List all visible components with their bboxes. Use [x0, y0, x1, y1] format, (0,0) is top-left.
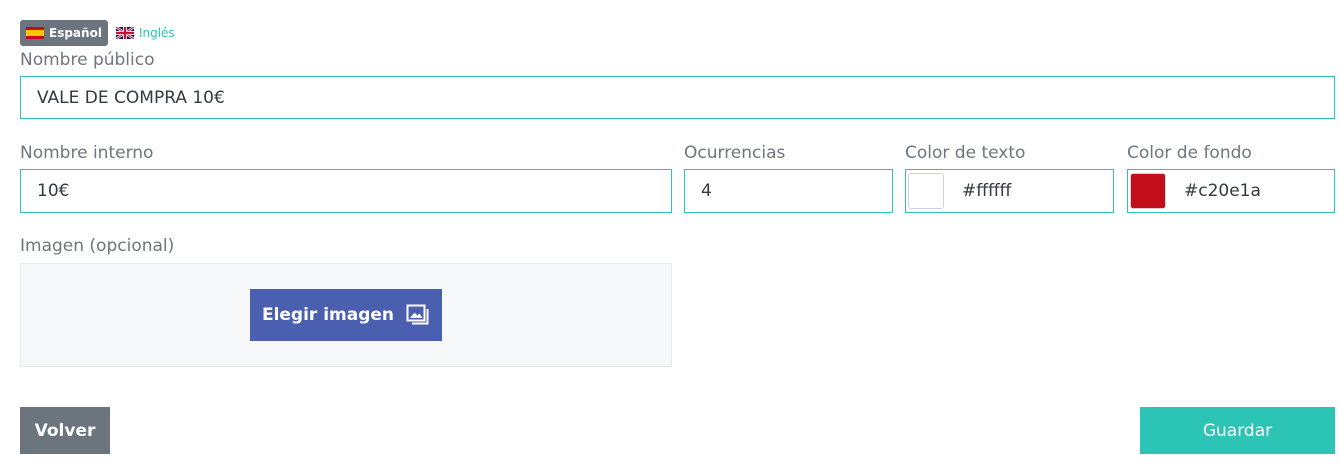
tab-english-label: Inglés — [138, 26, 175, 40]
flag-spain-icon — [26, 27, 44, 39]
tab-english[interactable]: Inglés — [114, 20, 181, 46]
choose-image-button[interactable]: Elegir imagen — [250, 289, 442, 341]
tab-spanish-label: Español — [49, 26, 102, 40]
image-gallery-icon — [406, 304, 429, 325]
language-tabs: Español Inglés — [20, 20, 181, 46]
image-label: Imagen (opcional) — [20, 236, 175, 256]
text-color-swatch[interactable] — [908, 173, 944, 209]
text-color-input[interactable]: #ffffff — [905, 169, 1114, 213]
bg-color-label: Color de fondo — [1127, 143, 1252, 163]
choose-image-label: Elegir imagen — [261, 305, 395, 325]
bg-color-input[interactable]: #c20e1a — [1127, 169, 1335, 213]
public-name-input[interactable]: VALE DE COMPRA 10€ — [20, 76, 1335, 119]
internal-name-value: 10€ — [37, 181, 70, 201]
internal-name-input[interactable]: 10€ — [20, 169, 672, 213]
public-name-label: Nombre público — [20, 50, 155, 70]
back-button[interactable]: Volver — [20, 407, 110, 454]
text-color-label: Color de texto — [905, 143, 1026, 163]
text-color-value: #ffffff — [962, 181, 1012, 201]
tab-spanish[interactable]: Español — [20, 20, 108, 46]
flag-uk-icon — [115, 27, 134, 39]
occurrences-label: Ocurrencias — [684, 143, 786, 163]
internal-name-label: Nombre interno — [20, 143, 154, 163]
bg-color-swatch[interactable] — [1130, 173, 1166, 209]
occurrences-input[interactable]: 4 — [684, 169, 893, 213]
bg-color-value: #c20e1a — [1184, 181, 1261, 201]
save-button[interactable]: Guardar — [1140, 407, 1335, 454]
occurrences-value: 4 — [701, 181, 712, 201]
public-name-value: VALE DE COMPRA 10€ — [37, 87, 225, 108]
